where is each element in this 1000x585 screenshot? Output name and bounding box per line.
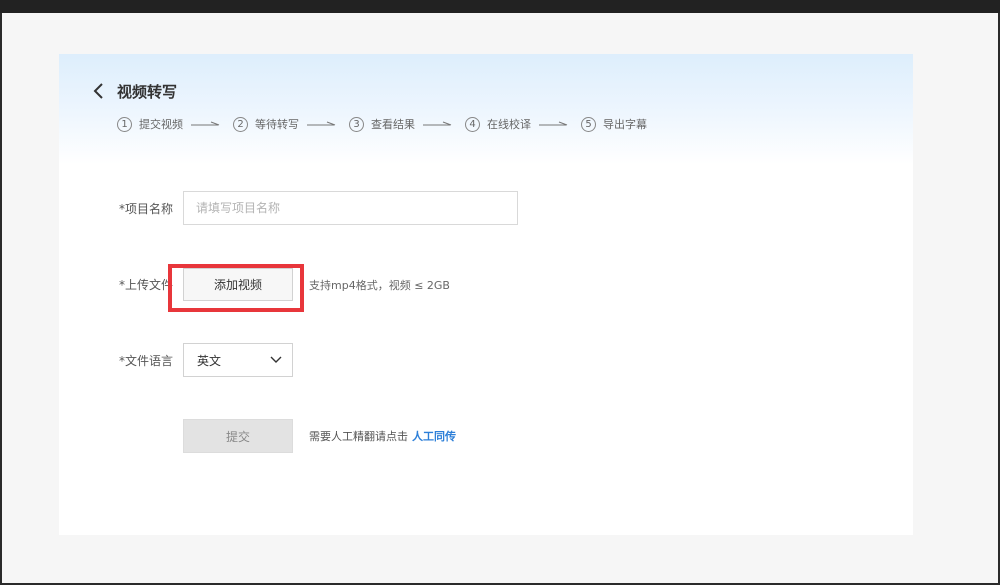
arrow-right-icon — [423, 119, 453, 129]
window-border-left — [0, 13, 2, 585]
chevron-down-icon — [270, 353, 282, 367]
language-label: *文件语言 — [119, 353, 174, 368]
step-label: 在线校译 — [487, 118, 531, 131]
project-name-label: *项目名称 — [119, 201, 174, 216]
step-number: 1 — [117, 116, 132, 132]
chevron-left-icon[interactable] — [93, 81, 109, 101]
upload-hint: 支持mp4格式，视频 ≤ 2GB — [309, 278, 450, 292]
page-title: 视频转写 — [117, 82, 178, 101]
language-select[interactable]: 英文 — [183, 343, 293, 377]
step-label: 查看结果 — [371, 118, 415, 131]
step-label: 导出字幕 — [603, 118, 647, 131]
highlight-box — [168, 264, 304, 312]
step-indicator: 1 提交视频 2 等待转写 3 查看结果 4 在线校译 5 导出字幕 — [117, 116, 659, 132]
step-number: 5 — [581, 116, 596, 132]
submit-button[interactable]: 提交 — [183, 419, 293, 453]
project-name-input[interactable] — [183, 191, 518, 225]
page-header: 视频转写 — [93, 79, 177, 103]
step-number: 4 — [465, 116, 480, 132]
human-translation-hint: 需要人工精翻请点击 — [309, 430, 408, 443]
step-label: 等待转写 — [255, 118, 299, 131]
language-selected-value: 英文 — [197, 353, 222, 368]
window-top-bar — [0, 0, 1000, 13]
step-number: 3 — [349, 116, 364, 132]
language-row: *文件语言 英文 — [119, 343, 293, 377]
arrow-right-icon — [191, 119, 221, 129]
step-1: 1 提交视频 — [117, 116, 221, 132]
step-2: 2 等待转写 — [233, 116, 337, 132]
arrow-right-icon — [539, 119, 569, 129]
arrow-right-icon — [307, 119, 337, 129]
project-name-row: *项目名称 — [119, 191, 518, 225]
step-5: 5 导出字幕 — [581, 116, 647, 132]
step-4: 4 在线校译 — [465, 116, 569, 132]
human-interpreting-link[interactable]: 人工同传 — [412, 428, 456, 444]
step-number: 2 — [233, 116, 248, 132]
step-label: 提交视频 — [139, 118, 183, 131]
submit-row: 提交 需要人工精翻请点击 人工同传 — [183, 419, 456, 453]
step-3: 3 查看结果 — [349, 116, 453, 132]
